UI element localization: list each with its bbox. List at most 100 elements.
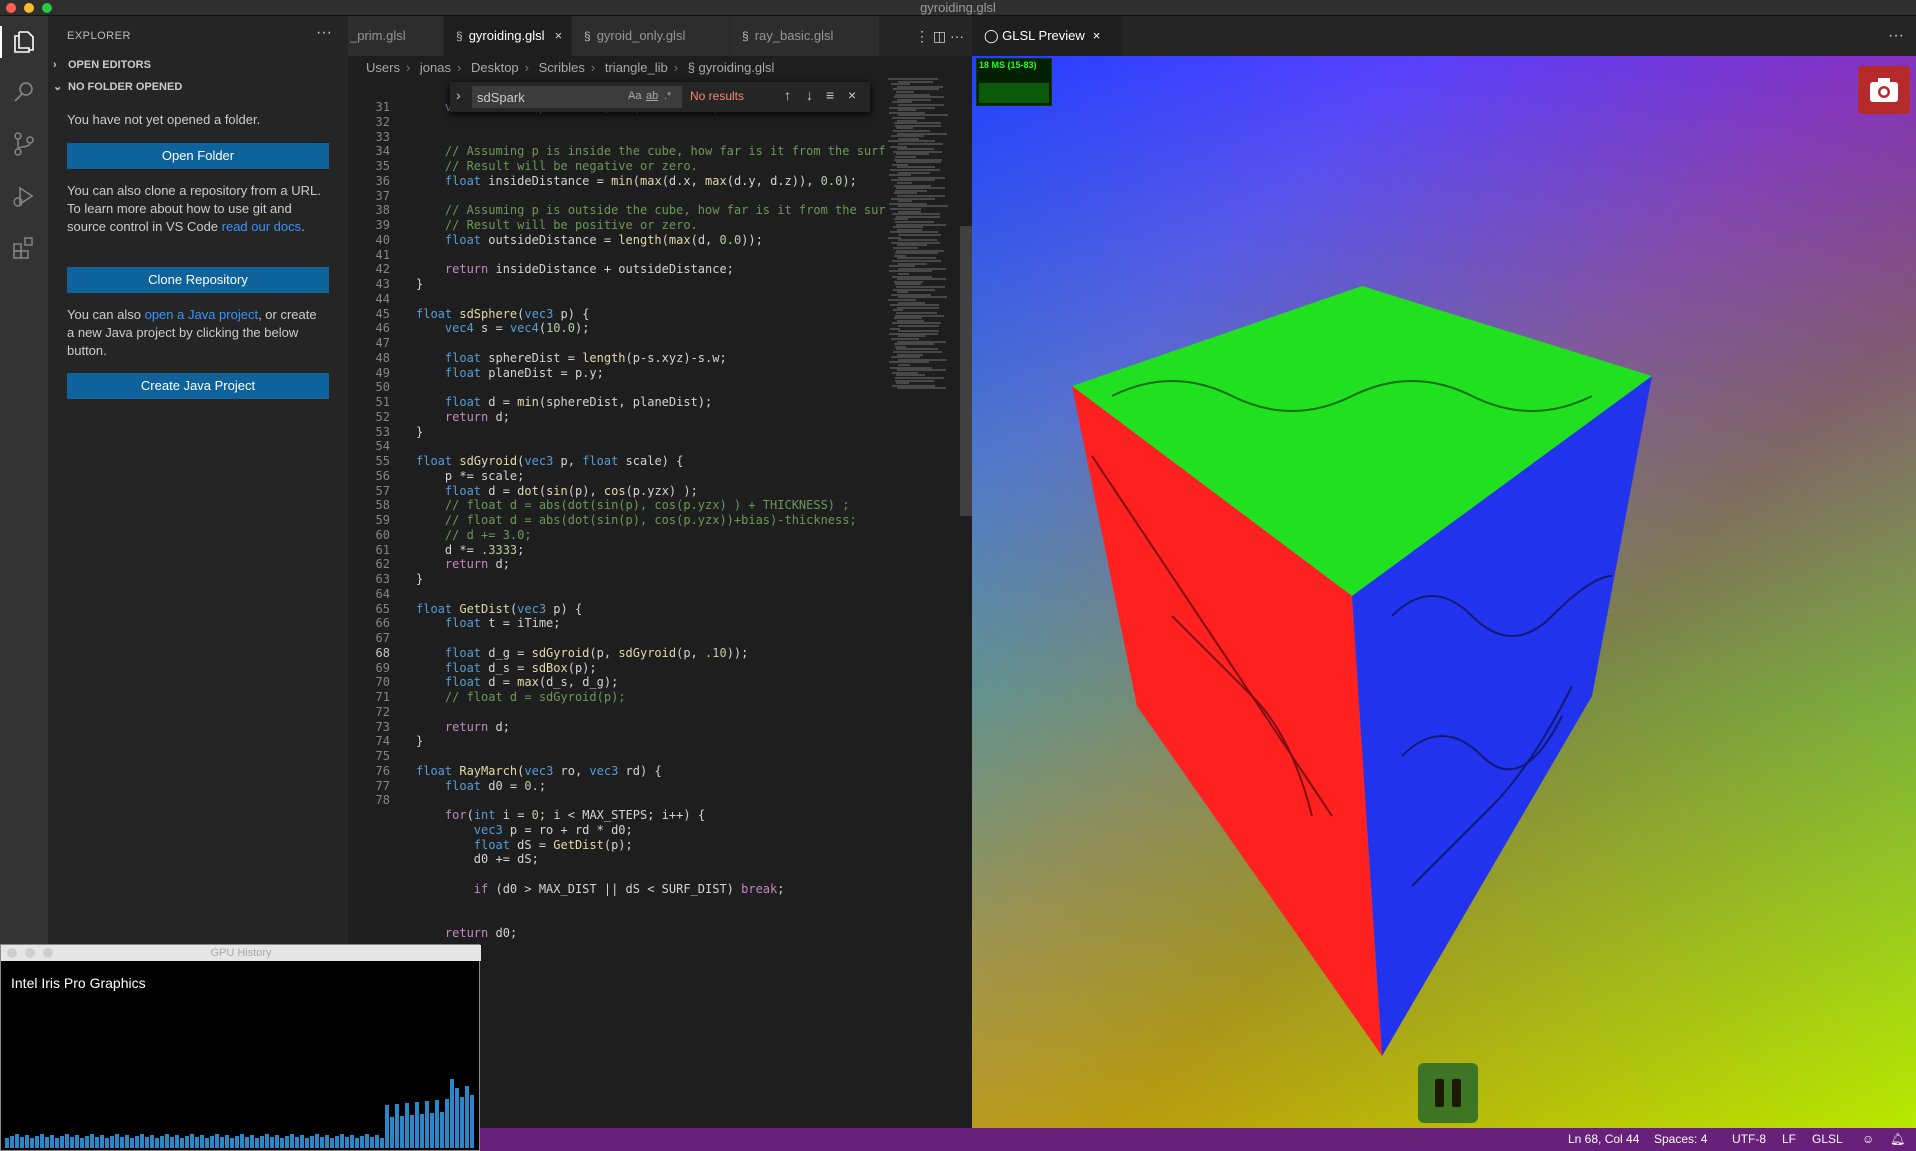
toggle-replace-icon[interactable]: › xyxy=(456,87,461,103)
close-window-button[interactable] xyxy=(7,948,17,958)
code-line[interactable]: d *= .3333; xyxy=(416,543,525,557)
code-line[interactable]: } xyxy=(416,572,423,586)
no-folder-section[interactable]: ⌄ NO FOLDER OPENED xyxy=(48,76,348,98)
minimize-window-button[interactable] xyxy=(25,948,35,958)
breadcrumb-scribles[interactable]: Scribles xyxy=(539,60,585,75)
vertical-scrollbar[interactable] xyxy=(960,226,972,516)
open-java-project-link[interactable]: open a Java project xyxy=(145,307,258,322)
open-folder-button[interactable]: Open Folder xyxy=(67,143,329,169)
code-line[interactable]: return d; xyxy=(416,720,510,734)
whole-word-icon[interactable]: ab xyxy=(646,90,658,102)
regex-icon[interactable]: .* xyxy=(664,90,671,102)
code-line[interactable]: // Assuming p is outside the cube, how f… xyxy=(416,203,886,217)
code-line[interactable]: float GetDist(vec3 p) { xyxy=(416,602,582,616)
extensions-icon[interactable] xyxy=(8,232,40,264)
clone-repository-button[interactable]: Clone Repository xyxy=(67,267,329,293)
code-line[interactable]: p *= scale; xyxy=(416,469,524,483)
code-line[interactable]: float t = iTime; xyxy=(416,616,561,630)
code-line[interactable]: d0 += dS; xyxy=(416,852,539,866)
code-line[interactable]: return insideDistance + outsideDistance; xyxy=(416,262,734,276)
gpu-usage-bar xyxy=(285,1136,289,1148)
code-line[interactable]: float d = max(d_s, d_g); xyxy=(416,675,618,689)
arrow-up-icon[interactable]: ↑ xyxy=(784,87,791,103)
code-line[interactable]: return d; xyxy=(416,557,510,571)
language-mode[interactable]: GLSL xyxy=(1812,1128,1843,1151)
code-line[interactable]: for(int i = 0; i < MAX_STEPS; i++) { xyxy=(416,808,705,822)
gpu-usage-bar xyxy=(150,1135,154,1148)
code-line[interactable]: float RayMarch(vec3 ro, vec3 rd) { xyxy=(416,764,662,778)
cursor-position[interactable]: Ln 68, Col 44 xyxy=(1568,1128,1639,1151)
breadcrumb-users[interactable]: Users xyxy=(366,60,400,75)
notifications-icon[interactable]: 🔔︎ xyxy=(1890,1128,1905,1151)
code-line[interactable]: float d0 = 0.; xyxy=(416,779,546,793)
minimize-window-button[interactable] xyxy=(24,3,34,13)
code-line[interactable]: // float d = abs(dot(sin(p), cos(p.yzx) … xyxy=(416,498,850,512)
pause-button[interactable] xyxy=(1418,1063,1478,1123)
gpu-usage-bar xyxy=(235,1136,239,1148)
code-line[interactable]: float insideDistance = min(max(d.x, max(… xyxy=(416,174,857,188)
code-line[interactable]: float d_g = sdGyroid(p, sdGyroid(p, .10)… xyxy=(416,646,748,660)
close-window-button[interactable] xyxy=(6,3,16,13)
code-line[interactable]: } xyxy=(416,425,423,439)
code-line[interactable]: vec3 p = ro + rd * d0; xyxy=(416,823,633,837)
tab-gyroiding[interactable]: § gyroiding.glsl × xyxy=(444,16,572,56)
match-case-icon[interactable]: Aa xyxy=(628,90,641,102)
line-ending[interactable]: LF xyxy=(1782,1128,1796,1151)
tab-gyroid-only[interactable]: § gyroid_only.glsl xyxy=(572,16,730,56)
find-in-selection-icon[interactable]: ≡ xyxy=(826,87,834,103)
code-line[interactable]: // float d = abs(dot(sin(p), cos(p.yzx))… xyxy=(416,513,857,527)
code-line[interactable]: // d += 3.0; xyxy=(416,528,532,542)
zoom-window-button[interactable] xyxy=(42,3,52,13)
close-tab-icon[interactable]: × xyxy=(555,28,563,43)
code-line[interactable]: return d0; xyxy=(416,926,517,940)
code-line[interactable]: float d = dot(sin(p), cos(p.yzx) ); xyxy=(416,484,698,498)
code-line[interactable]: float sdGyroid(vec3 p, float scale) { xyxy=(416,454,683,468)
code-line[interactable]: // float d = sdGyroid(p); xyxy=(416,690,626,704)
close-tab-icon[interactable]: × xyxy=(1093,28,1101,43)
feedback-icon[interactable]: ☺ xyxy=(1862,1128,1874,1151)
gpu-usage-bar xyxy=(265,1134,269,1148)
code-line[interactable]: if (d0 > MAX_DIST || dS < SURF_DIST) bre… xyxy=(416,882,785,896)
zoom-window-button[interactable] xyxy=(43,948,53,958)
code-line[interactable]: } xyxy=(416,734,423,748)
shader-canvas[interactable]: 18 MS (15-83) xyxy=(972,56,1916,1128)
code-line[interactable]: float dS = GetDist(p); xyxy=(416,838,633,852)
run-debug-icon[interactable] xyxy=(8,180,40,212)
code-line[interactable]: float d = min(sphereDist, planeDist); xyxy=(416,395,712,409)
minimap[interactable] xyxy=(888,78,958,1128)
code-line[interactable]: float d_s = sdBox(p); xyxy=(416,661,597,675)
close-find-icon[interactable]: × xyxy=(848,87,856,103)
gpu-usage-bar xyxy=(5,1138,9,1148)
encoding[interactable]: UTF-8 xyxy=(1732,1128,1766,1151)
source-control-icon[interactable] xyxy=(8,128,40,160)
code-line[interactable]: float sphereDist = length(p-s.xyz)-s.w; xyxy=(416,351,727,365)
tab-glsl-preview[interactable]: ◯ GLSL Preview × xyxy=(972,16,1122,56)
arrow-down-icon[interactable]: ↓ xyxy=(806,87,813,103)
open-editors-label: OPEN EDITORS xyxy=(68,59,151,71)
tab-prim[interactable]: _prim.glsl xyxy=(348,16,444,56)
breadcrumb-file[interactable]: gyroiding.glsl xyxy=(699,60,775,75)
breadcrumb-jonas[interactable]: jonas xyxy=(420,60,451,75)
more-actions-icon[interactable]: ··· xyxy=(1888,16,1904,56)
code-line[interactable]: return d; xyxy=(416,410,510,424)
tab-ray-basic[interactable]: § ray_basic.glsl xyxy=(730,16,880,56)
code-line[interactable]: float sdSphere(vec3 p) { xyxy=(416,307,589,321)
code-line[interactable]: // Assuming p is inside the cube, how fa… xyxy=(416,144,886,158)
screenshot-button[interactable] xyxy=(1858,66,1910,114)
search-icon[interactable] xyxy=(8,76,40,108)
breadcrumb-triangle-lib[interactable]: triangle_lib xyxy=(605,60,668,75)
open-editors-section[interactable]: › OPEN EDITORS xyxy=(48,54,348,76)
code-line[interactable]: vec4 s = vec4(10.0); xyxy=(416,321,590,335)
code-line[interactable]: // Result will be positive or zero. xyxy=(416,218,698,232)
code-line[interactable]: // Result will be negative or zero. xyxy=(416,159,698,173)
explorer-icon[interactable] xyxy=(0,26,40,58)
create-java-project-button[interactable]: Create Java Project xyxy=(67,373,329,399)
indentation[interactable]: Spaces: 4 xyxy=(1654,1128,1707,1151)
code-line[interactable]: } xyxy=(416,277,423,291)
split-editor-icon[interactable]: ⋮ ◫ ··· xyxy=(915,16,964,56)
code-line[interactable]: float outsideDistance = length(max(d, 0.… xyxy=(416,233,763,247)
breadcrumb-desktop[interactable]: Desktop xyxy=(471,60,519,75)
code-line[interactable]: float planeDist = p.y; xyxy=(416,366,604,380)
explorer-more-icon[interactable]: ··· xyxy=(316,24,332,42)
read-docs-link[interactable]: read our docs xyxy=(222,219,302,234)
